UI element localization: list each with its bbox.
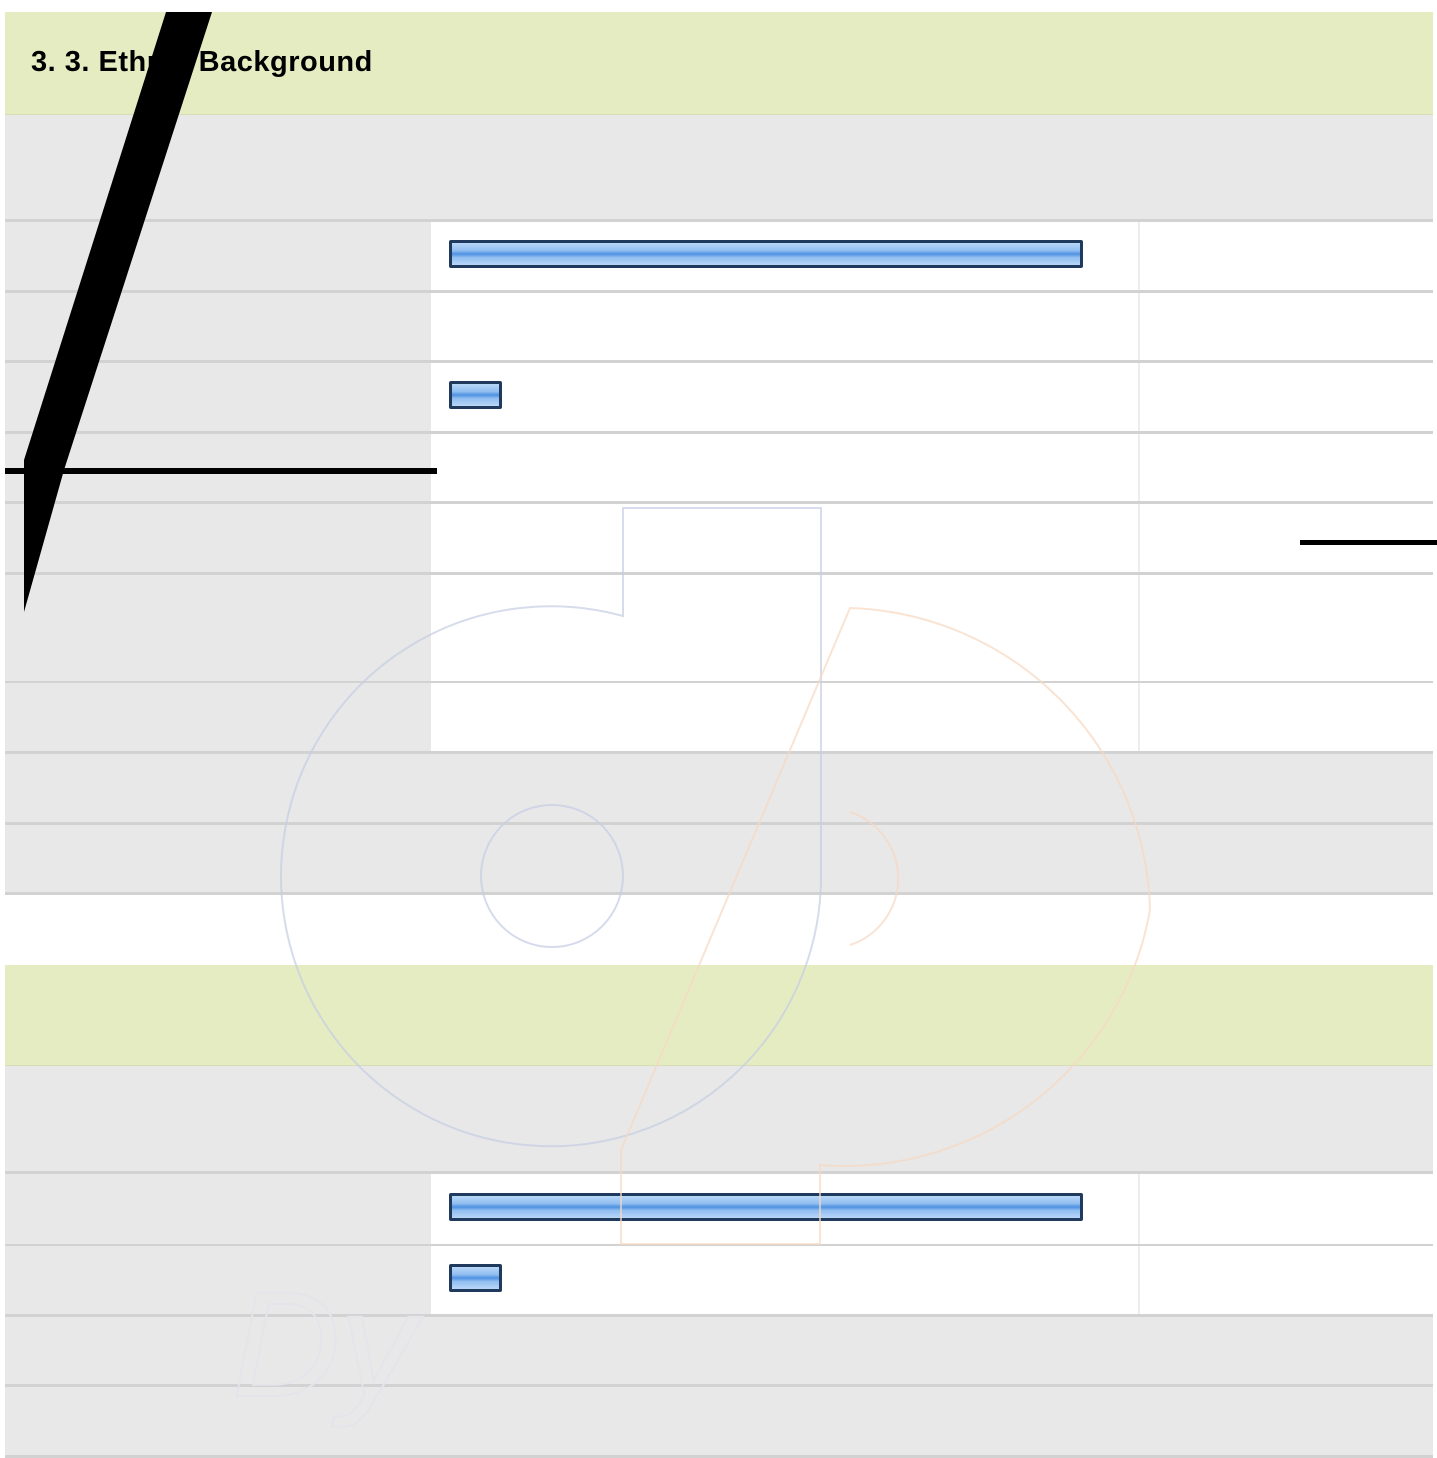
annotation-overlay bbox=[5, 12, 1437, 612]
